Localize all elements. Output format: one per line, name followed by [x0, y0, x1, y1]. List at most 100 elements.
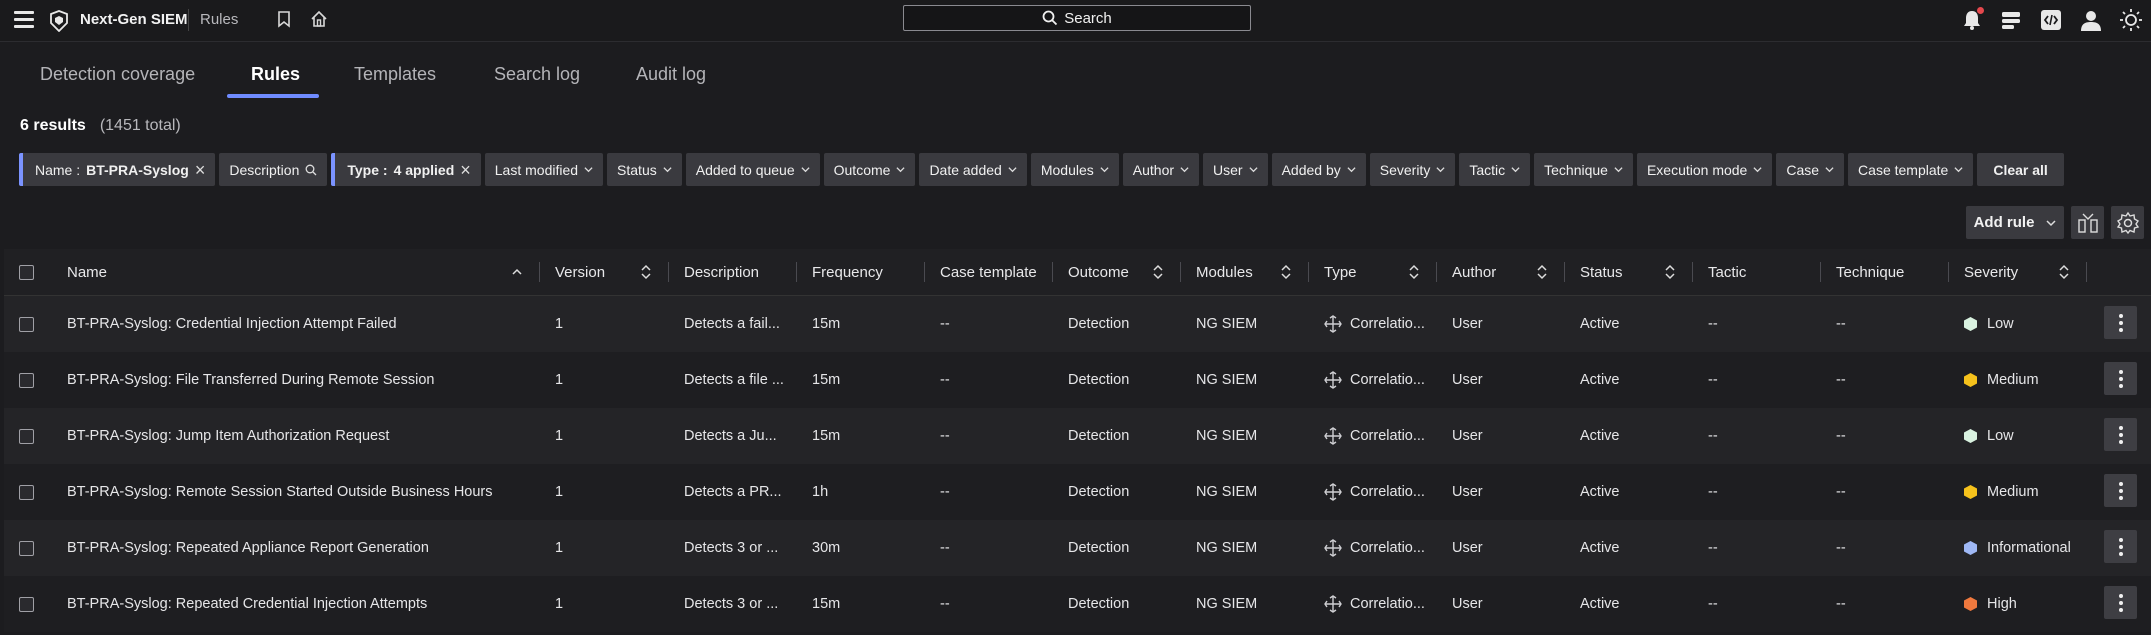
- row-actions-menu-icon[interactable]: [2104, 306, 2137, 339]
- sort-icon[interactable]: [1408, 264, 1420, 284]
- filter-severity-dropdown[interactable]: Severity: [1369, 153, 1456, 186]
- column-header-case-template[interactable]: Case template: [940, 249, 1037, 295]
- column-header-tactic[interactable]: Tactic: [1708, 249, 1746, 295]
- row-checkbox[interactable]: [19, 408, 34, 464]
- filter-added-by-dropdown[interactable]: Added by: [1271, 153, 1366, 186]
- row-actions-menu-icon[interactable]: [2104, 586, 2137, 619]
- column-header-type[interactable]: Type: [1324, 249, 1357, 295]
- filter-added-to-queue-dropdown[interactable]: Added to queue: [685, 153, 820, 186]
- global-search-button[interactable]: Search: [903, 5, 1251, 31]
- column-divider[interactable]: [924, 262, 925, 282]
- sort-icon[interactable]: [1280, 264, 1292, 284]
- tab-templates[interactable]: Templates: [354, 64, 436, 85]
- column-header-technique[interactable]: Technique: [1836, 249, 1904, 295]
- cell-name[interactable]: BT-PRA-Syslog: Repeated Appliance Report…: [67, 520, 429, 576]
- row-actions-menu-icon[interactable]: [2104, 530, 2137, 563]
- column-header-outcome[interactable]: Outcome: [1068, 249, 1129, 295]
- sort-icon[interactable]: [1152, 264, 1164, 284]
- column-divider[interactable]: [539, 262, 540, 282]
- table-row[interactable]: BT-PRA-Syslog: Remote Session Started Ou…: [4, 464, 2151, 520]
- cell-name[interactable]: BT-PRA-Syslog: Credential Injection Atte…: [67, 296, 397, 352]
- column-layout-button[interactable]: [2071, 206, 2104, 239]
- tab-search-log[interactable]: Search log: [494, 64, 580, 85]
- clear-all-button[interactable]: Clear all: [1977, 153, 2064, 186]
- filter-outcome-dropdown[interactable]: Outcome: [823, 153, 916, 186]
- table-row[interactable]: BT-PRA-Syslog: Jump Item Authorization R…: [4, 408, 2151, 464]
- column-divider[interactable]: [1692, 262, 1693, 282]
- news-icon[interactable]: [2000, 9, 2022, 35]
- column-header-severity[interactable]: Severity: [1964, 249, 2018, 295]
- filter-tactic-dropdown[interactable]: Tactic: [1459, 153, 1531, 186]
- sort-ascending-icon[interactable]: [511, 264, 523, 284]
- filter-author-dropdown[interactable]: Author: [1122, 153, 1200, 186]
- column-header-modules[interactable]: Modules: [1196, 249, 1253, 295]
- row-checkbox[interactable]: [19, 576, 34, 632]
- filter-user-dropdown[interactable]: User: [1203, 153, 1268, 186]
- column-header-frequency[interactable]: Frequency: [812, 249, 883, 295]
- column-header-description[interactable]: Description: [684, 249, 759, 295]
- filter-case-template-dropdown[interactable]: Case template: [1848, 153, 1974, 186]
- row-actions-menu-icon[interactable]: [2104, 362, 2137, 395]
- filter-status-dropdown[interactable]: Status: [607, 153, 682, 186]
- row-checkbox[interactable]: [19, 520, 34, 576]
- column-divider[interactable]: [668, 262, 669, 282]
- select-all-checkbox[interactable]: [19, 249, 34, 295]
- sort-icon[interactable]: [640, 264, 652, 284]
- row-actions-menu-icon[interactable]: [2104, 418, 2137, 451]
- column-divider[interactable]: [1564, 262, 1565, 282]
- column-divider[interactable]: [1436, 262, 1437, 282]
- column-divider[interactable]: [1052, 262, 1053, 282]
- table-row[interactable]: BT-PRA-Syslog: Credential Injection Atte…: [4, 296, 2151, 352]
- sort-icon[interactable]: [1536, 264, 1548, 284]
- tab-detection-coverage[interactable]: Detection coverage: [40, 64, 195, 85]
- table-row[interactable]: BT-PRA-Syslog: File Transferred During R…: [4, 352, 2151, 408]
- column-header-version[interactable]: Version: [555, 249, 605, 295]
- column-divider[interactable]: [796, 262, 797, 282]
- table-row[interactable]: BT-PRA-Syslog: Repeated Credential Injec…: [4, 576, 2151, 632]
- filter-modules-dropdown[interactable]: Modules: [1030, 153, 1119, 186]
- home-icon[interactable]: [310, 10, 328, 32]
- cell-modules-text: NG SIEM: [1196, 596, 1258, 612]
- column-header-author[interactable]: Author: [1452, 249, 1496, 295]
- remove-type-filter-icon[interactable]: ×: [460, 161, 471, 179]
- column-divider[interactable]: [1180, 262, 1181, 282]
- filter-last-modified-dropdown[interactable]: Last modified: [484, 153, 604, 186]
- row-checkbox[interactable]: [19, 464, 34, 520]
- tab-rules[interactable]: Rules: [251, 64, 300, 85]
- cell-name[interactable]: BT-PRA-Syslog: Jump Item Authorization R…: [67, 408, 389, 464]
- sort-icon[interactable]: [2058, 264, 2070, 284]
- theme-toggle-icon[interactable]: [2120, 9, 2142, 35]
- cell-name[interactable]: BT-PRA-Syslog: Repeated Credential Injec…: [67, 576, 427, 632]
- column-header-status[interactable]: Status: [1580, 249, 1623, 295]
- column-divider[interactable]: [1948, 262, 1949, 282]
- filter-type-chip[interactable]: Type : 4 applied ×: [331, 153, 481, 186]
- filter-technique-dropdown[interactable]: Technique: [1534, 153, 1633, 186]
- row-actions-menu-icon[interactable]: [2104, 474, 2137, 507]
- sort-icon[interactable]: [1664, 264, 1676, 284]
- add-rule-button[interactable]: Add rule: [1966, 206, 2064, 239]
- developer-tools-icon[interactable]: [2040, 9, 2062, 35]
- column-divider[interactable]: [1308, 262, 1309, 282]
- column-divider[interactable]: [1820, 262, 1821, 282]
- filter-case-dropdown[interactable]: Case: [1776, 153, 1845, 186]
- row-checkbox[interactable]: [19, 296, 34, 352]
- row-checkbox[interactable]: [19, 352, 34, 408]
- notifications-icon[interactable]: [1962, 7, 1984, 35]
- settings-button[interactable]: [2111, 206, 2144, 239]
- cell-name[interactable]: BT-PRA-Syslog: File Transferred During R…: [67, 352, 434, 408]
- filter-execution-mode-dropdown[interactable]: Execution mode: [1636, 153, 1773, 186]
- filter-description-chip[interactable]: Description: [219, 153, 328, 186]
- menu-icon[interactable]: [14, 11, 34, 29]
- filter-name-chip[interactable]: Name : BT-PRA-Syslog ×: [19, 153, 216, 186]
- falcon-logo-icon[interactable]: [48, 10, 70, 33]
- tab-audit-log[interactable]: Audit log: [636, 64, 706, 85]
- remove-name-filter-icon[interactable]: ×: [195, 161, 206, 179]
- bookmark-icon[interactable]: [276, 10, 292, 32]
- cell-severity-text: High: [1987, 596, 2017, 612]
- user-profile-icon[interactable]: [2080, 9, 2102, 35]
- table-row[interactable]: BT-PRA-Syslog: Repeated Appliance Report…: [4, 520, 2151, 576]
- column-divider[interactable]: [2086, 262, 2087, 282]
- column-header-name[interactable]: Name: [67, 249, 107, 295]
- cell-name[interactable]: BT-PRA-Syslog: Remote Session Started Ou…: [67, 464, 493, 520]
- filter-date-added-dropdown[interactable]: Date added: [919, 153, 1027, 186]
